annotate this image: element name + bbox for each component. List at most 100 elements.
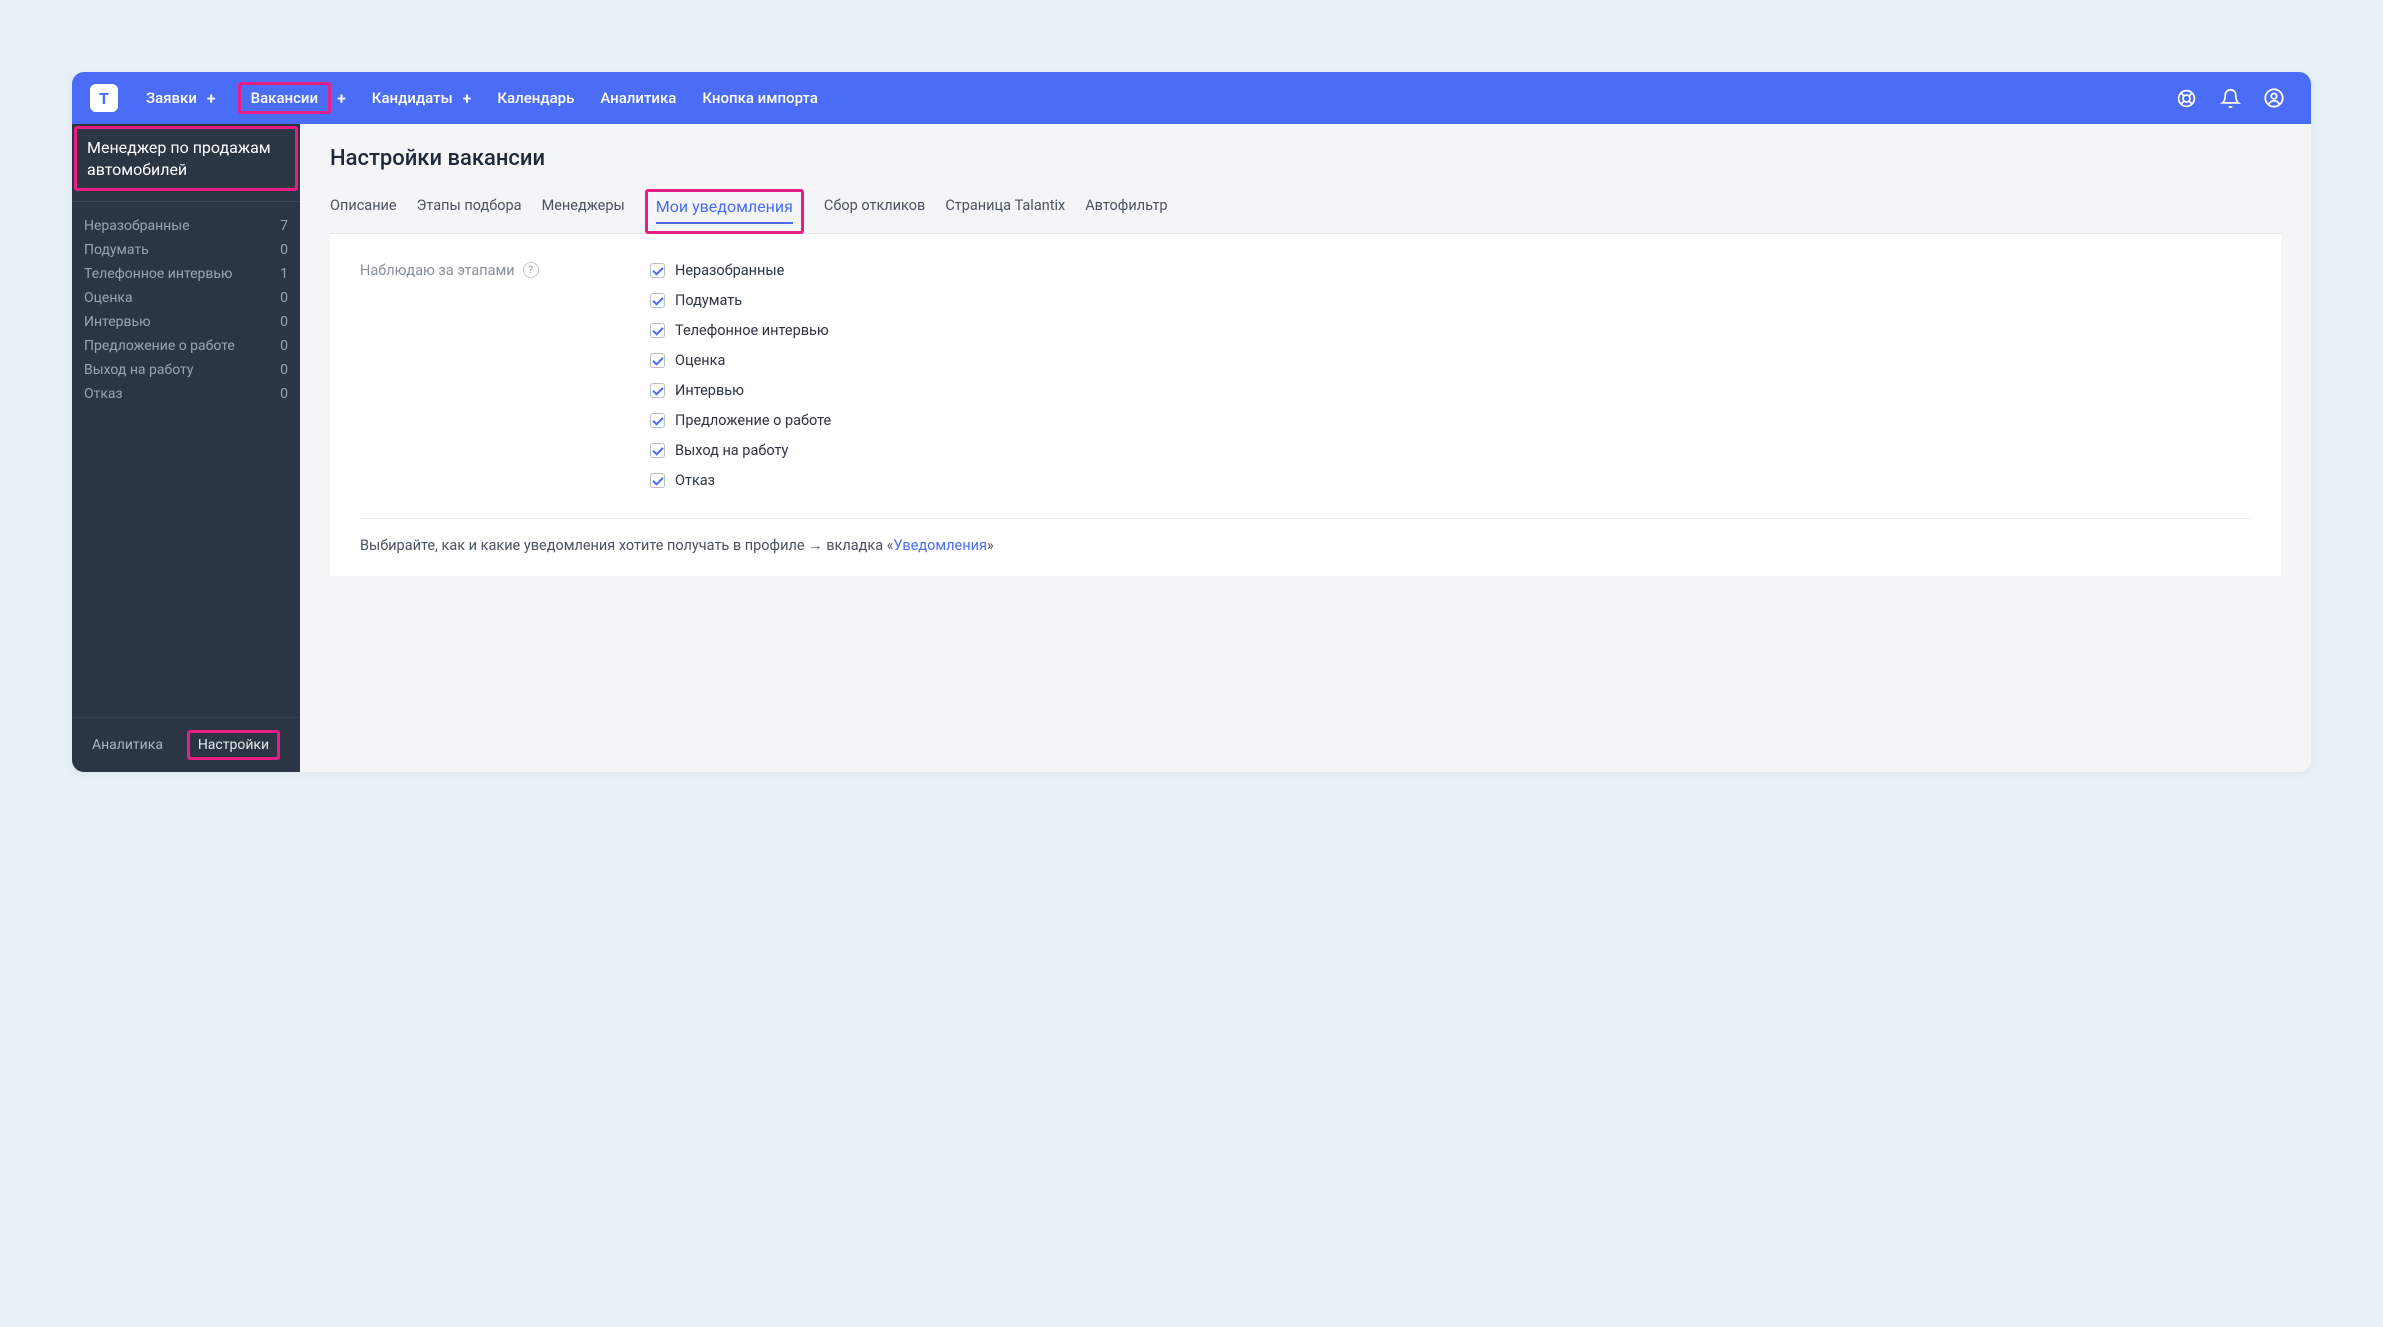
form-row: Наблюдаю за этапами ? Неразобранные Поду… [360,262,2251,502]
checkbox-item: Предложение о работе [650,412,2251,429]
content: Настройки вакансии Описание Этапы подбор… [300,124,2311,772]
nav-items: Заявки + Вакансии + Кандидаты + Календар… [142,82,2175,114]
tab-underline [656,222,793,224]
checkbox-label: Неразобранные [675,262,784,279]
checkbox[interactable] [650,353,665,368]
checkbox-col: Неразобранные Подумать Телефонное интерв… [650,262,2251,502]
checkbox-label: Подумать [675,292,742,309]
sidebar-stage-item[interactable]: Подумать 0 [84,238,288,262]
logo-icon[interactable] [90,84,118,112]
stage-label: Неразобранные [84,218,190,234]
tabs: Описание Этапы подбора Менеджеры Мои уве… [330,189,2281,234]
app-window: Заявки + Вакансии + Кандидаты + Календар… [72,72,2311,772]
stage-label: Предложение о работе [84,338,235,354]
vacancy-title: Менеджер по продажам автомобилей [87,137,285,180]
nav-item-requests[interactable]: Заявки [142,83,201,113]
tab-autofilter[interactable]: Автофильтр [1085,189,1167,233]
stage-label: Отказ [84,386,123,402]
stage-count: 0 [280,362,288,378]
form-label-col: Наблюдаю за этапами ? [360,262,630,502]
lifebuoy-icon[interactable] [2175,87,2197,109]
sidebar-stage-item[interactable]: Интервью 0 [84,310,288,334]
nav-item-calendar[interactable]: Календарь [493,83,588,113]
tab-label: Мои уведомления [656,197,793,216]
stage-label: Подумать [84,242,149,258]
checkbox-label: Отказ [675,472,715,489]
checkbox-label: Телефонное интервью [675,322,829,339]
sidebar-stage-item[interactable]: Предложение о работе 0 [84,334,288,358]
checkbox-label: Выход на работу [675,442,788,459]
checkbox[interactable] [650,293,665,308]
stage-count: 0 [280,242,288,258]
tab-managers[interactable]: Менеджеры [542,189,625,233]
stage-count: 7 [280,218,288,234]
top-nav: Заявки + Вакансии + Кандидаты + Календар… [72,72,2311,124]
vacancy-title-box: Менеджер по продажам автомобилей [74,126,298,191]
sidebar: Менеджер по продажам автомобилей Неразоб… [72,124,300,772]
nav-item-analytics[interactable]: Аналитика [596,83,690,113]
checkbox-item: Телефонное интервью [650,322,2251,339]
stage-count: 0 [280,386,288,402]
divider [360,518,2251,519]
main-layout: Менеджер по продажам автомобилей Неразоб… [72,124,2311,772]
plus-icon[interactable]: + [207,89,216,108]
content-body: Наблюдаю за этапами ? Неразобранные Поду… [330,234,2281,576]
checkbox-item: Оценка [650,352,2251,369]
stage-label: Интервью [84,314,151,330]
stage-label: Телефонное интервью [84,266,232,282]
nav-item-vacancies[interactable]: Вакансии [238,82,331,114]
help-link[interactable]: Уведомления [894,537,987,554]
checkbox[interactable] [650,323,665,338]
tab-talantix-page[interactable]: Страница Talantix [945,189,1065,233]
nav-right [2175,87,2285,109]
stage-label: Выход на работу [84,362,193,378]
sidebar-stage-item[interactable]: Неразобранные 7 [84,214,288,238]
tab-description[interactable]: Описание [330,189,397,233]
checkbox-item: Отказ [650,472,2251,489]
checkbox-label: Интервью [675,382,744,399]
form-label: Наблюдаю за этапами [360,262,515,279]
nav-group-vacancies: Вакансии + [238,82,360,114]
plus-icon[interactable]: + [463,89,472,108]
checkbox[interactable] [650,263,665,278]
help-text-post: » [987,537,994,554]
stage-count: 0 [280,290,288,306]
nav-group-candidates: Кандидаты + [368,83,486,113]
help-icon[interactable]: ? [523,262,539,278]
tab-stages[interactable]: Этапы подбора [417,189,522,233]
tab-notifications[interactable]: Мои уведомления [645,189,804,234]
sidebar-bottom-settings[interactable]: Настройки [187,730,280,760]
checkbox[interactable] [650,383,665,398]
tab-responses[interactable]: Сбор откликов [824,189,925,233]
nav-item-import[interactable]: Кнопка импорта [698,83,822,113]
checkbox-item: Подумать [650,292,2251,309]
checkbox-item: Выход на работу [650,442,2251,459]
help-text: Выбирайте, как и какие уведомления хотит… [360,537,2251,554]
divider [72,201,300,202]
checkbox[interactable] [650,413,665,428]
checkbox[interactable] [650,473,665,488]
stage-count: 0 [280,338,288,354]
nav-group-requests: Заявки + [142,83,230,113]
sidebar-stage-item[interactable]: Телефонное интервью 1 [84,262,288,286]
checkbox[interactable] [650,443,665,458]
stage-count: 1 [280,266,288,282]
checkbox-label: Оценка [675,352,725,369]
sidebar-bottom-analytics[interactable]: Аналитика [92,737,163,753]
sidebar-bottom: Аналитика Настройки [72,717,300,772]
stage-count: 0 [280,314,288,330]
sidebar-stages: Неразобранные 7 Подумать 0 Телефонное ин… [72,214,300,717]
user-circle-icon[interactable] [2263,87,2285,109]
sidebar-stage-item[interactable]: Выход на работу 0 [84,358,288,382]
checkbox-item: Неразобранные [650,262,2251,279]
help-text-pre: Выбирайте, как и какие уведомления хотит… [360,537,894,554]
plus-icon[interactable]: + [337,89,346,108]
nav-item-candidates[interactable]: Кандидаты [368,83,457,113]
bell-icon[interactable] [2219,87,2241,109]
sidebar-stage-item[interactable]: Оценка 0 [84,286,288,310]
checkbox-item: Интервью [650,382,2251,399]
sidebar-stage-item[interactable]: Отказ 0 [84,382,288,406]
checkbox-label: Предложение о работе [675,412,831,429]
stage-label: Оценка [84,290,133,306]
page-title: Настройки вакансии [330,146,2281,171]
